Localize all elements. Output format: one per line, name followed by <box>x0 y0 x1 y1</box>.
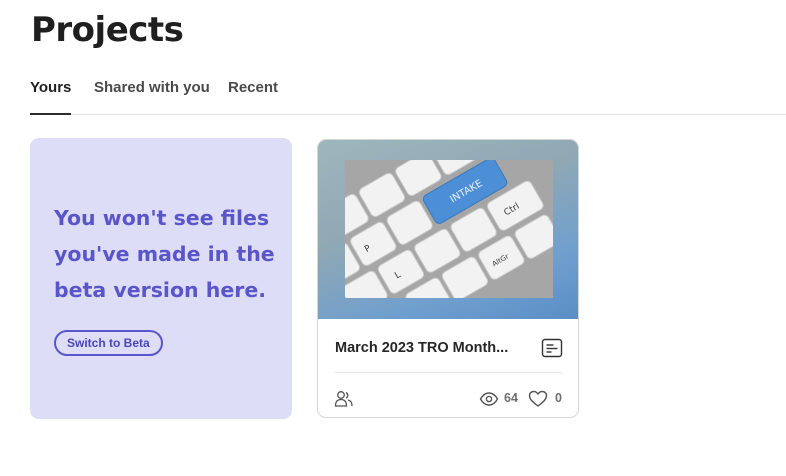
people-icon <box>334 391 353 407</box>
eye-icon <box>479 392 499 406</box>
beta-notice-message: You won't see files you've made in the b… <box>54 206 275 302</box>
tab-yours[interactable]: Yours <box>30 79 72 115</box>
view-count: 64 <box>504 391 518 405</box>
beta-notice-card: You won't see files you've made in the b… <box>30 138 292 419</box>
like-count: 0 <box>555 391 562 405</box>
tab-bar: Yours Shared with you Recent <box>30 79 786 115</box>
card-divider <box>335 372 562 373</box>
project-name[interactable]: March 2023 TRO Month... <box>335 340 508 356</box>
document-icon[interactable] <box>541 338 563 358</box>
project-card[interactable]: P L M Ctrl AltGr INTAKE March 2023 TRO M… <box>317 139 579 418</box>
keyboard-image: P L M Ctrl AltGr INTAKE <box>345 160 553 298</box>
switch-to-beta-button[interactable]: Switch to Beta <box>54 330 163 356</box>
tab-recent[interactable]: Recent <box>228 79 278 113</box>
project-thumbnail[interactable]: P L M Ctrl AltGr INTAKE <box>318 140 578 319</box>
page-title: Projects <box>31 10 184 50</box>
thumbnail-image: P L M Ctrl AltGr INTAKE <box>345 160 553 298</box>
heart-icon[interactable] <box>528 389 548 409</box>
tab-shared-with-you[interactable]: Shared with you <box>94 79 210 113</box>
